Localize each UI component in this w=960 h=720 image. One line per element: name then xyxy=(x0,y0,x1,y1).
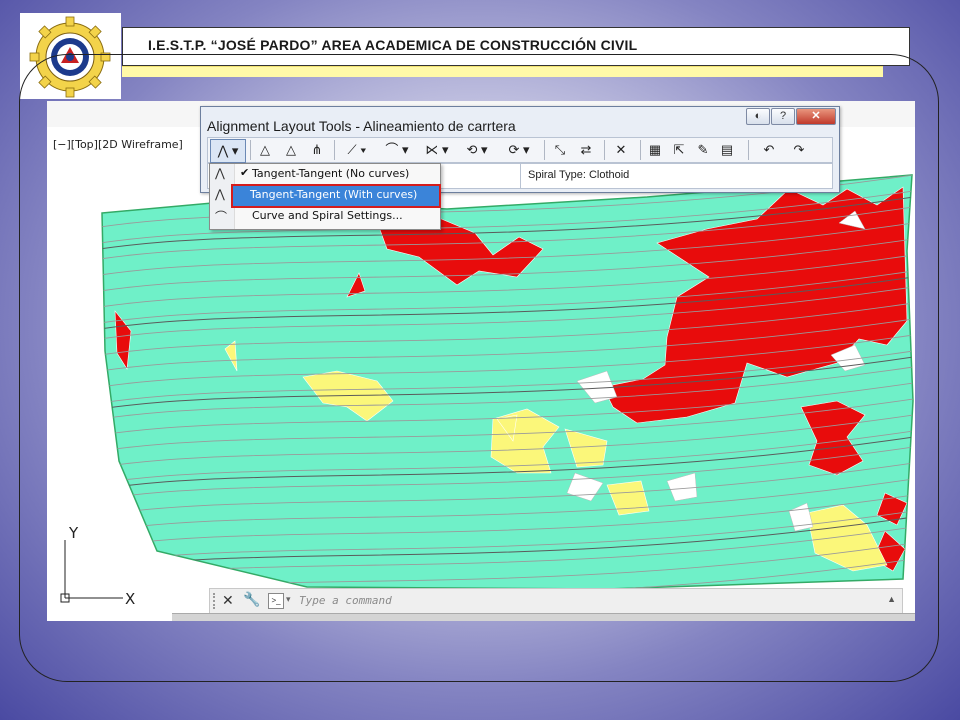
chevron-up-icon[interactable]: ▲ xyxy=(887,594,896,604)
command-prompt-icon[interactable]: >_ xyxy=(268,593,284,609)
alignment-toolbar: ⋀ ▾ △ △ ⋔ ⟋ ▾ ⌒ ▾ ⋉ ▾ ⟲ ▾ ⟳ ▾ ⤡ ⇄ ✕ ▦ ⇱ … xyxy=(207,137,833,163)
floating-curve-icon[interactable]: ⟲ ▾ xyxy=(460,139,494,161)
subentity-editor-icon[interactable]: ✎ xyxy=(692,139,714,161)
redo-icon[interactable]: ↷ xyxy=(786,139,812,161)
undo-icon[interactable]: ↶ xyxy=(756,139,782,161)
window-title: Alignment Layout Tools - Alineamiento de… xyxy=(207,118,516,134)
fixed-curve-icon[interactable]: ⌒ ▾ xyxy=(380,139,414,161)
menu-item-tangent-with-curves[interactable]: Tangent-Tangent (With curves) xyxy=(231,184,441,208)
grid-view-icon[interactable]: ▦ xyxy=(644,139,666,161)
convert-icon[interactable]: ⤡ xyxy=(548,139,572,161)
free-curve-icon[interactable]: ⟳ ▾ xyxy=(500,139,538,161)
close-icon[interactable]: ✕ xyxy=(222,592,234,609)
insert-pi-icon[interactable]: △ xyxy=(254,139,276,161)
floating-line-icon[interactable]: ⋉ ▾ xyxy=(420,139,454,161)
status-bar xyxy=(172,613,915,621)
command-line-grip[interactable] xyxy=(213,593,219,609)
spiral-type-label: Spiral Type: Clothoid xyxy=(528,169,630,181)
curve-settings-icon: ⌒ xyxy=(215,210,228,224)
viewport-controls[interactable]: [−][Top][2D Wireframe] xyxy=(53,138,183,151)
ucs-y-label: Y xyxy=(68,526,79,542)
menu-item-tangent-no-curves[interactable]: ⋀ ✔ Tangent-Tangent (No curves) xyxy=(210,164,440,184)
chevron-down-icon[interactable]: ▾ xyxy=(286,594,291,605)
checkmark-icon: ✔ xyxy=(240,167,250,179)
ucs-x-label: X xyxy=(125,590,135,606)
tangent-curve-icon: ⋀ xyxy=(215,187,225,201)
command-line[interactable]: ✕ 🔧 >_ ▾ Type a command ▲ xyxy=(209,588,903,614)
wrench-icon[interactable]: 🔧 xyxy=(243,591,260,608)
menu-item-curve-spiral-settings[interactable]: ⌒ Curve and Spiral Settings... xyxy=(210,206,440,226)
restore-icon[interactable]: ◐ xyxy=(746,108,770,125)
close-button[interactable]: ✕ xyxy=(796,108,836,125)
delete-pi-icon[interactable]: △ xyxy=(280,139,302,161)
pick-subentity-icon[interactable]: ⇱ xyxy=(668,139,690,161)
window-controls: ◐ ? ✕ xyxy=(746,108,836,125)
delete-entity-icon[interactable]: ✕ xyxy=(608,139,634,161)
help-button[interactable]: ? xyxy=(771,108,795,125)
alignment-grid-icon[interactable]: ▤ xyxy=(716,139,738,161)
slide-title: I.E.S.T.P. “JOSÉ PARDO” AREA ACADEMICA D… xyxy=(148,37,638,53)
fixed-line-icon[interactable]: ⟋ ▾ xyxy=(340,139,374,161)
tangent-dropdown-menu[interactable]: ⋀ ✔ Tangent-Tangent (No curves) ⋀ Tangen… xyxy=(209,163,441,230)
tangent-tangent-dropdown-button[interactable]: ⋀ ▾ xyxy=(210,139,246,163)
ucs-icon: Y X xyxy=(60,526,135,606)
reverse-icon[interactable]: ⇄ xyxy=(574,139,598,161)
break-apart-icon[interactable]: ⋔ xyxy=(306,139,328,161)
command-input[interactable]: Type a command xyxy=(299,594,392,607)
tangent-icon: ⋀ xyxy=(215,166,225,180)
